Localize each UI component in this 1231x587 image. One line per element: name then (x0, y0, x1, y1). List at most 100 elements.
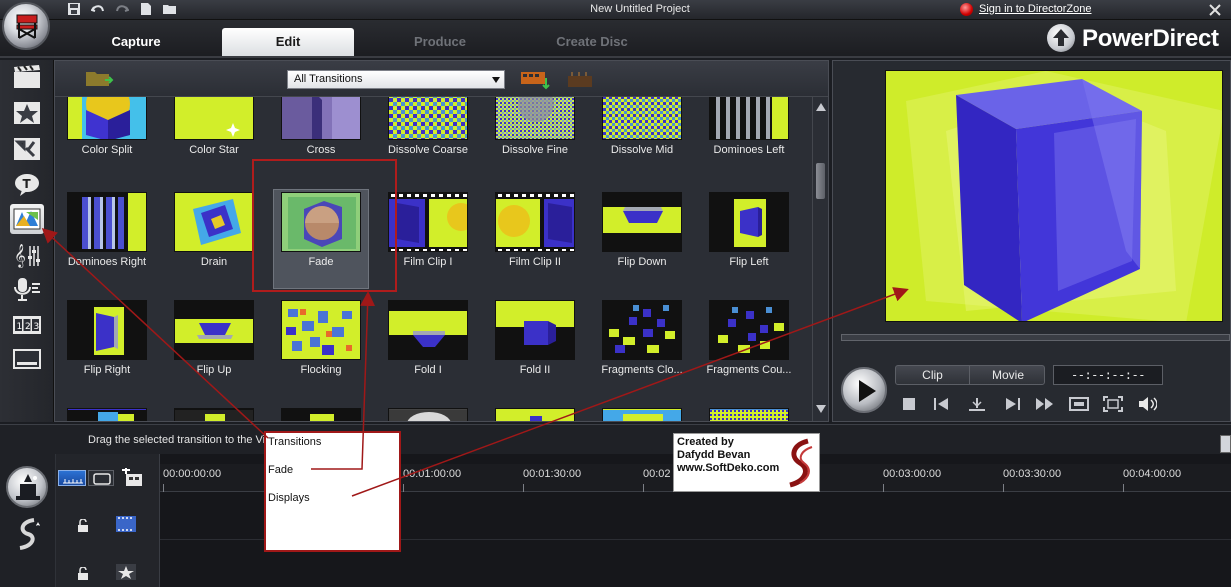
transition-film-clip-i[interactable]: Film Clip I (378, 192, 478, 294)
transition-room-icon[interactable] (10, 204, 44, 234)
directorzone-signin-link[interactable]: Sign in to DirectorZone (979, 3, 1092, 15)
transition-flocking[interactable]: Flocking (271, 300, 371, 402)
transition-thumbnail (495, 408, 575, 421)
tab-produce[interactable]: Produce (374, 28, 506, 56)
stop-icon[interactable] (899, 394, 919, 414)
timecode-display[interactable]: --:--:--:-- (1053, 365, 1163, 385)
play-button[interactable] (841, 367, 887, 413)
transition-drain[interactable]: Drain (164, 192, 264, 294)
import-folder-icon[interactable] (85, 68, 115, 94)
transition-row4-7[interactable] (699, 408, 799, 421)
next-frame-icon[interactable] (1003, 394, 1023, 414)
video-track-icon (116, 516, 136, 536)
snapshot-icon[interactable] (1069, 394, 1089, 414)
transition-row4-4[interactable] (378, 408, 478, 421)
transition-flip-down[interactable]: Flip Down (592, 192, 692, 294)
transition-thumbnail (67, 408, 147, 421)
timeline-view-icon[interactable] (58, 470, 86, 486)
window-close-button[interactable] (1200, 0, 1231, 20)
transition-row4-6[interactable] (592, 408, 692, 421)
transition-label: Flocking (300, 364, 342, 376)
effect-track-lane[interactable] (160, 550, 1231, 587)
transition-label: Film Clip II (509, 256, 561, 268)
voice-over-room-icon[interactable] (10, 274, 44, 304)
transition-filter-select[interactable]: All Transitions (287, 70, 505, 89)
transition-fade[interactable]: Fade (271, 189, 371, 294)
audio-mixing-room-icon[interactable]: 𝄞 (10, 240, 44, 270)
tab-edit[interactable]: Edit (222, 28, 354, 56)
random-transition-icon[interactable] (567, 69, 595, 95)
movie-mode-button[interactable]: Movie (971, 366, 1045, 384)
scroll-down-icon[interactable] (816, 405, 826, 413)
scroll-up-icon[interactable] (816, 103, 826, 111)
media-room-icon[interactable] (10, 62, 44, 92)
previous-frame-icon[interactable] (931, 394, 951, 414)
transition-fold-i[interactable]: Fold I (378, 300, 478, 402)
fast-forward-icon[interactable] (1035, 394, 1055, 414)
upgrade-arrow-icon[interactable] (1047, 24, 1075, 52)
fullscreen-icon[interactable] (1103, 394, 1123, 414)
transition-thumbnail (174, 300, 254, 360)
transition-thumbnail (174, 408, 254, 421)
transition-row4-3[interactable] (271, 408, 371, 421)
transition-thumbnail (281, 408, 361, 421)
transition-flip-up[interactable]: Flip Up (164, 300, 264, 402)
transition-dissolve-coarse[interactable]: Dissolve Coarse (378, 97, 478, 191)
transition-fold-ii[interactable]: Fold II (485, 300, 585, 402)
chapter-room-icon[interactable]: 123 (10, 310, 44, 340)
title-room-icon[interactable]: T (10, 170, 44, 200)
transition-row4-5[interactable] (485, 408, 585, 421)
apply-to-all-icon[interactable] (520, 69, 552, 95)
library-scrollbar[interactable] (812, 97, 828, 421)
transition-thumbnail (602, 97, 682, 140)
transition-flip-left[interactable]: Flip Left (699, 192, 799, 294)
chevron-down-icon (492, 77, 500, 83)
transition-row4-2[interactable] (164, 408, 264, 421)
volume-icon[interactable] (1137, 394, 1157, 414)
transition-thumbnail (709, 408, 789, 421)
transition-label: Dissolve Fine (501, 144, 569, 156)
room-toolbar: T 𝄞 123 (0, 60, 54, 422)
subtitle-room-icon[interactable] (10, 344, 44, 374)
annotation-line-fade: Fade (268, 464, 294, 476)
annotation-callout: Transitions Fade Displays (264, 431, 401, 552)
add-tracks-icon[interactable] (120, 468, 144, 492)
new-file-icon[interactable] (138, 2, 154, 18)
transition-color-star[interactable]: Color Star (164, 97, 264, 191)
transition-film-clip-ii[interactable]: Film Clip II (485, 192, 585, 294)
clip-mode-button[interactable]: Clip (896, 366, 970, 384)
effect-room-icon[interactable] (10, 98, 44, 128)
transition-fragments-count[interactable]: Fragments Cou... (699, 300, 799, 402)
transition-label: Fade (308, 256, 334, 268)
transition-thumbnail (602, 408, 682, 421)
open-folder-icon[interactable] (162, 2, 178, 18)
lock-icon[interactable] (76, 518, 90, 537)
magic-tools-icon[interactable] (6, 466, 48, 508)
save-icon[interactable] (66, 2, 82, 18)
transition-cross[interactable]: Cross (271, 97, 371, 191)
tab-create-disc[interactable]: Create Disc (526, 28, 658, 56)
transition-dissolve-mid[interactable]: Dissolve Mid (592, 97, 692, 191)
storyboard-icon[interactable] (14, 516, 42, 556)
pip-room-icon[interactable] (10, 134, 44, 164)
status-bar: Drag the selected transition to the Vic (0, 424, 1231, 454)
redo-icon[interactable] (114, 2, 130, 18)
tab-capture[interactable]: Capture (70, 28, 202, 56)
transition-label: Flip Left (729, 256, 769, 268)
transition-dominoes-right[interactable]: Dominoes Right (57, 192, 157, 294)
transition-dissolve-fine[interactable]: Dissolve Fine (485, 97, 585, 191)
transition-dominoes-left[interactable]: Dominoes Left (699, 97, 799, 191)
split-marker-icon[interactable] (967, 394, 987, 414)
scrollbar-thumb[interactable] (816, 163, 825, 199)
transition-fragments-close[interactable]: Fragments Clo... (592, 300, 692, 402)
panel-toggle-button[interactable] (1220, 435, 1231, 453)
transition-row4-1[interactable] (57, 408, 157, 421)
undo-icon[interactable] (90, 2, 106, 18)
lock-icon[interactable] (76, 566, 90, 585)
transition-flip-right[interactable]: Flip Right (57, 300, 157, 402)
annotation-line-transitions: Transitions (268, 436, 322, 448)
brand-name: PowerDirect (1082, 25, 1219, 52)
preview-seek-slider[interactable] (841, 334, 1230, 341)
storyboard-view-icon[interactable] (88, 470, 114, 486)
transition-color-split[interactable]: Color Split (57, 97, 157, 191)
